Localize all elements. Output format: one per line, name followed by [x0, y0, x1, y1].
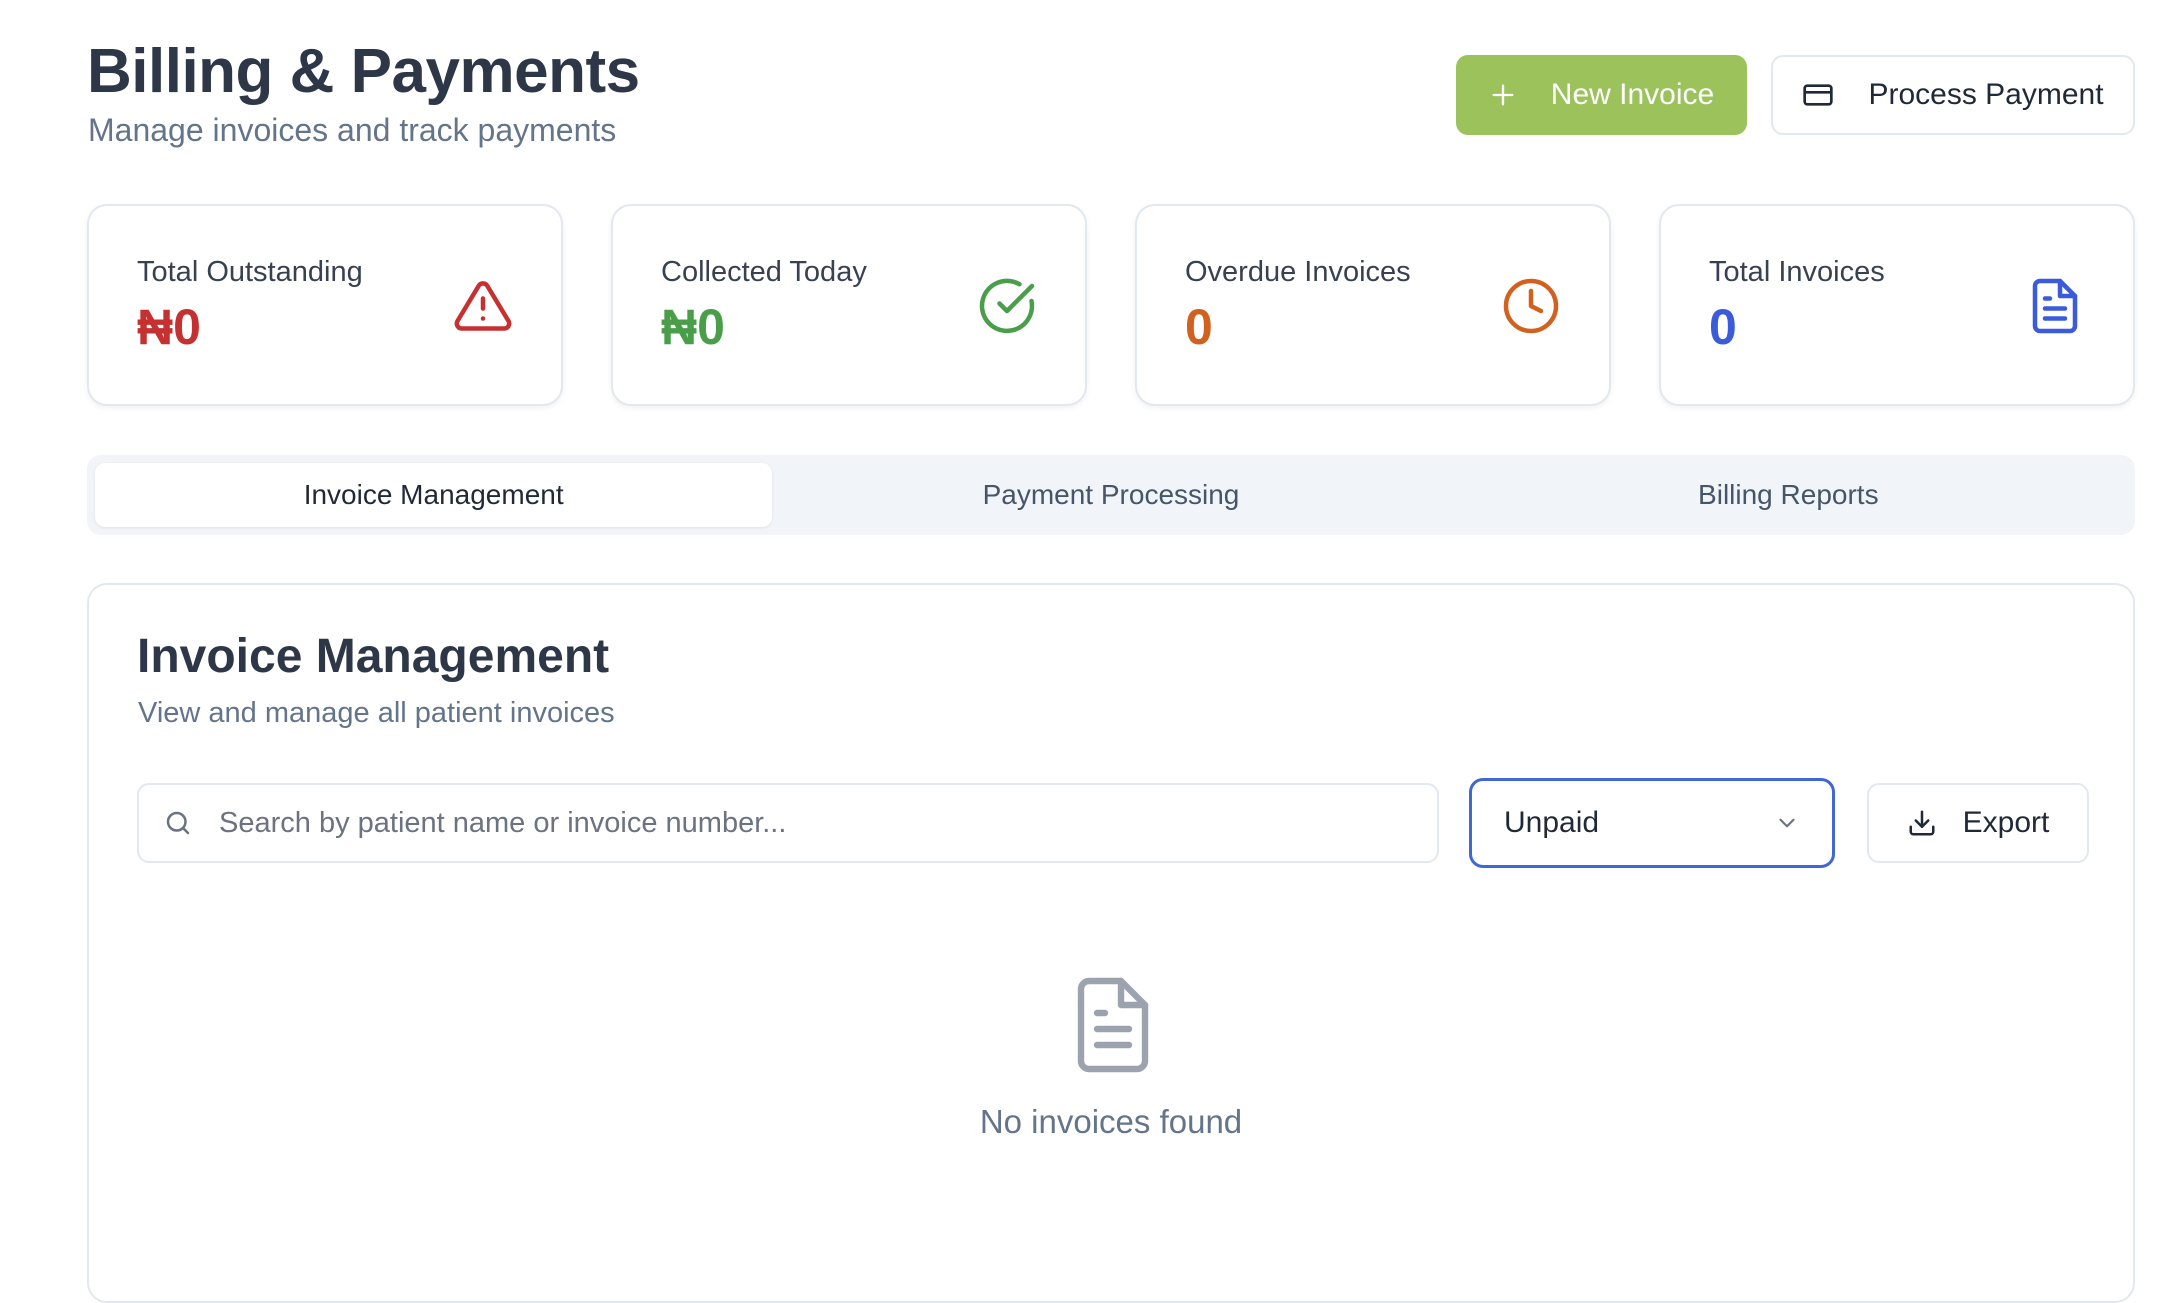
plus-icon	[1489, 81, 1517, 109]
document-icon	[2025, 276, 2085, 336]
download-icon	[1907, 808, 1937, 838]
stat-label: Collected Today	[661, 256, 867, 288]
search-input[interactable]	[217, 805, 1401, 841]
stat-value: 0	[1185, 299, 1213, 355]
page-title: Billing & Payments	[87, 37, 640, 106]
stat-label: Total Outstanding	[137, 256, 363, 288]
clock-icon	[1501, 276, 1561, 336]
invoice-management-panel: Invoice Management View and manage all p…	[87, 583, 2135, 1303]
tab-payment-processing[interactable]: Payment Processing	[772, 463, 1449, 527]
export-button[interactable]: Export	[1867, 783, 2089, 863]
check-circle-icon	[977, 276, 1037, 336]
export-label: Export	[1962, 806, 2050, 839]
stat-value: 0	[1709, 299, 1737, 355]
tab-billing-reports[interactable]: Billing Reports	[1450, 463, 2127, 527]
tab-list: Invoice Management Payment Processing Bi…	[87, 455, 2135, 535]
stat-card-total-outstanding: Total Outstanding ₦0	[87, 204, 563, 406]
stat-label: Total Invoices	[1709, 256, 1885, 288]
search-icon	[163, 808, 193, 838]
stat-label: Overdue Invoices	[1185, 256, 1411, 288]
stat-value: ₦0	[661, 299, 725, 355]
status-filter-value: Unpaid	[1504, 806, 1600, 839]
panel-title: Invoice Management	[137, 630, 610, 683]
panel-subtitle: View and manage all patient invoices	[138, 697, 615, 729]
process-payment-label: Process Payment	[1868, 78, 2104, 111]
status-filter-select[interactable]: Unpaid	[1469, 778, 1835, 868]
empty-state-message: No invoices found	[979, 1103, 1243, 1140]
chevron-down-icon	[1774, 810, 1800, 836]
credit-card-icon	[1802, 81, 1834, 109]
tab-invoice-management[interactable]: Invoice Management	[95, 463, 773, 527]
new-invoice-button[interactable]: New Invoice	[1456, 55, 1747, 135]
new-invoice-label: New Invoice	[1550, 78, 1715, 111]
stat-card-total-invoices: Total Invoices 0	[1659, 204, 2135, 406]
empty-document-icon	[1073, 975, 1153, 1075]
stat-card-overdue-invoices: Overdue Invoices 0	[1135, 204, 1611, 406]
search-box	[137, 783, 1439, 863]
alert-triangle-icon	[453, 276, 513, 336]
stat-card-collected-today: Collected Today ₦0	[611, 204, 1087, 406]
process-payment-button[interactable]: Process Payment	[1771, 55, 2135, 135]
stat-value: ₦0	[137, 299, 201, 355]
page-subtitle: Manage invoices and track payments	[88, 112, 617, 148]
